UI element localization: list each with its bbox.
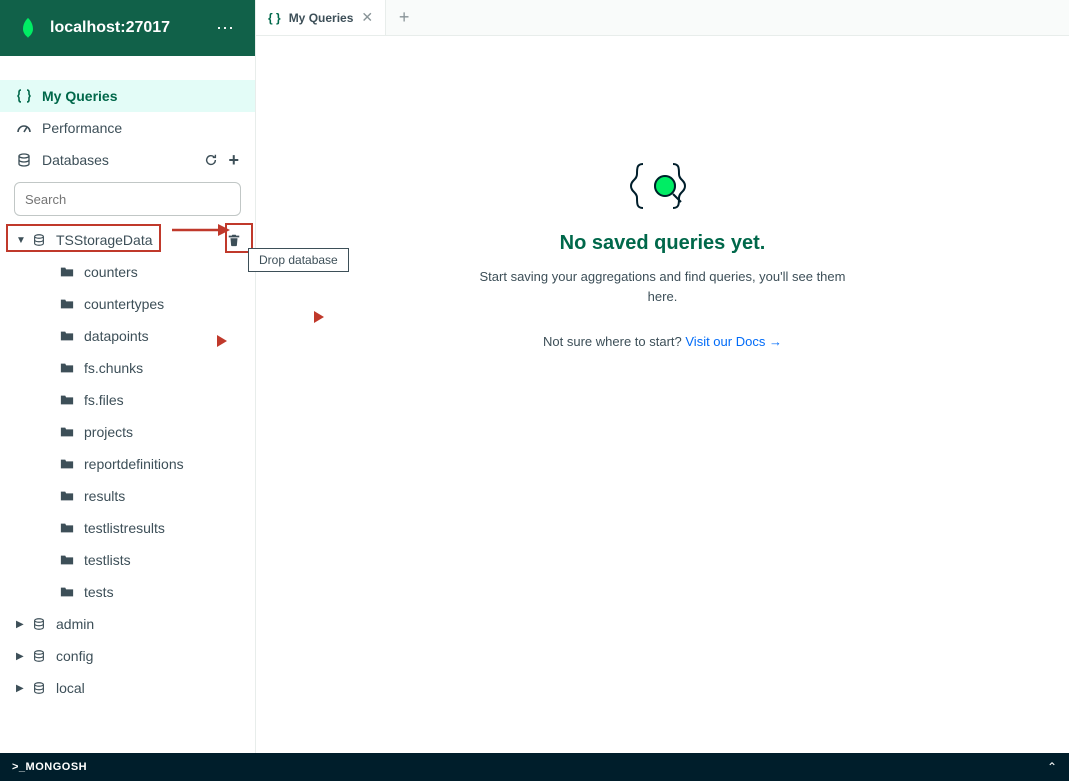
- nav-my-queries[interactable]: My Queries: [0, 80, 255, 112]
- db-name: TSStorageData: [56, 232, 223, 248]
- gauge-icon: [16, 120, 32, 136]
- folder-icon: [60, 393, 76, 407]
- database-icon: [32, 681, 48, 695]
- collection-row[interactable]: counters: [0, 256, 255, 288]
- db-name: local: [56, 680, 245, 696]
- collection-row[interactable]: tests: [0, 576, 255, 608]
- collection-name: testlists: [84, 552, 131, 568]
- tab-label: My Queries: [289, 11, 354, 25]
- db-name: config: [56, 648, 245, 664]
- collection-row[interactable]: testlistresults: [0, 512, 255, 544]
- tab-my-queries[interactable]: { } My Queries ✕: [256, 0, 386, 35]
- main-area: { } My Queries ✕ + No saved queries: [256, 0, 1069, 753]
- folder-icon: [60, 457, 76, 471]
- connection-options-button[interactable]: ⋯: [212, 14, 239, 43]
- database-icon: [32, 617, 48, 631]
- search-input[interactable]: [14, 182, 241, 216]
- database-icon: [16, 152, 32, 168]
- empty-state: No saved queries yet. Start saving your …: [256, 36, 1069, 753]
- collection-name: fs.files: [84, 392, 124, 408]
- db-row-local[interactable]: ▶ local: [0, 672, 255, 704]
- database-icon: [32, 233, 48, 247]
- nav-databases[interactable]: Databases +: [0, 144, 255, 176]
- sidebar: localhost:27017 ⋯ My Queries Performance: [0, 0, 256, 753]
- nav-label: Databases: [42, 152, 109, 168]
- collection-name: datapoints: [84, 328, 149, 344]
- collection-row[interactable]: reportdefinitions: [0, 448, 255, 480]
- close-tab-button[interactable]: ✕: [361, 9, 373, 26]
- create-database-button[interactable]: +: [228, 153, 239, 167]
- caret-right-icon: ▶: [16, 619, 26, 630]
- collection-name: countertypes: [84, 296, 164, 312]
- connection-header: localhost:27017 ⋯: [0, 0, 255, 56]
- collection-name: counters: [84, 264, 138, 280]
- tab-bar: { } My Queries ✕ +: [256, 0, 1069, 36]
- nav-label: My Queries: [42, 88, 117, 104]
- empty-subtitle: Start saving your aggregations and find …: [473, 267, 853, 306]
- empty-illustration-icon: [623, 156, 703, 216]
- folder-icon: [60, 489, 76, 503]
- refresh-databases-button[interactable]: [204, 153, 218, 167]
- collection-row[interactable]: projects: [0, 416, 255, 448]
- empty-help: Not sure where to start? Visit our Docs …: [543, 334, 782, 349]
- caret-down-icon: ▼: [16, 235, 26, 246]
- folder-icon: [60, 585, 76, 599]
- collection-row[interactable]: datapoints: [0, 320, 255, 352]
- drop-database-button[interactable]: [223, 229, 245, 251]
- empty-title: No saved queries yet.: [560, 232, 766, 255]
- db-name: admin: [56, 616, 245, 632]
- collection-row[interactable]: countertypes: [0, 288, 255, 320]
- db-row-admin[interactable]: ▶ admin: [0, 608, 255, 640]
- folder-icon: [60, 425, 76, 439]
- nav-performance[interactable]: Performance: [0, 112, 255, 144]
- collection-name: results: [84, 488, 125, 504]
- db-row-config[interactable]: ▶ config: [0, 640, 255, 672]
- collection-name: projects: [84, 424, 133, 440]
- folder-icon: [60, 329, 76, 343]
- folder-icon: [60, 265, 76, 279]
- database-tree: ▼ TSStorageData counters countertypes da…: [0, 220, 255, 704]
- folder-icon: [60, 521, 76, 535]
- collection-name: tests: [84, 584, 114, 600]
- folder-icon: [60, 361, 76, 375]
- collection-name: reportdefinitions: [84, 456, 184, 472]
- database-icon: [32, 649, 48, 663]
- help-prefix: Not sure where to start?: [543, 334, 685, 349]
- chevron-up-icon: ⌃: [1047, 760, 1057, 774]
- nav-label: Performance: [42, 120, 122, 136]
- new-tab-button[interactable]: +: [386, 0, 422, 35]
- mongodb-leaf-icon: [16, 16, 40, 40]
- visit-docs-link[interactable]: Visit our Docs →: [685, 334, 782, 349]
- braces-icon: [16, 88, 32, 104]
- folder-icon: [60, 297, 76, 311]
- collection-name: fs.chunks: [84, 360, 143, 376]
- collection-row[interactable]: fs.chunks: [0, 352, 255, 384]
- folder-icon: [60, 553, 76, 567]
- collection-row[interactable]: results: [0, 480, 255, 512]
- collection-row[interactable]: fs.files: [0, 384, 255, 416]
- connection-title: localhost:27017: [50, 19, 212, 37]
- mongosh-bar[interactable]: >_MONGOSH ⌃: [0, 753, 1069, 781]
- collection-name: testlistresults: [84, 520, 165, 536]
- collection-row[interactable]: testlists: [0, 544, 255, 576]
- drop-database-tooltip: Drop database: [248, 248, 349, 272]
- caret-right-icon: ▶: [16, 651, 26, 662]
- caret-right-icon: ▶: [16, 683, 26, 694]
- braces-icon: { }: [268, 11, 281, 25]
- db-row-TSStorageData[interactable]: ▼ TSStorageData: [0, 224, 255, 256]
- mongosh-label: >_MONGOSH: [12, 761, 87, 773]
